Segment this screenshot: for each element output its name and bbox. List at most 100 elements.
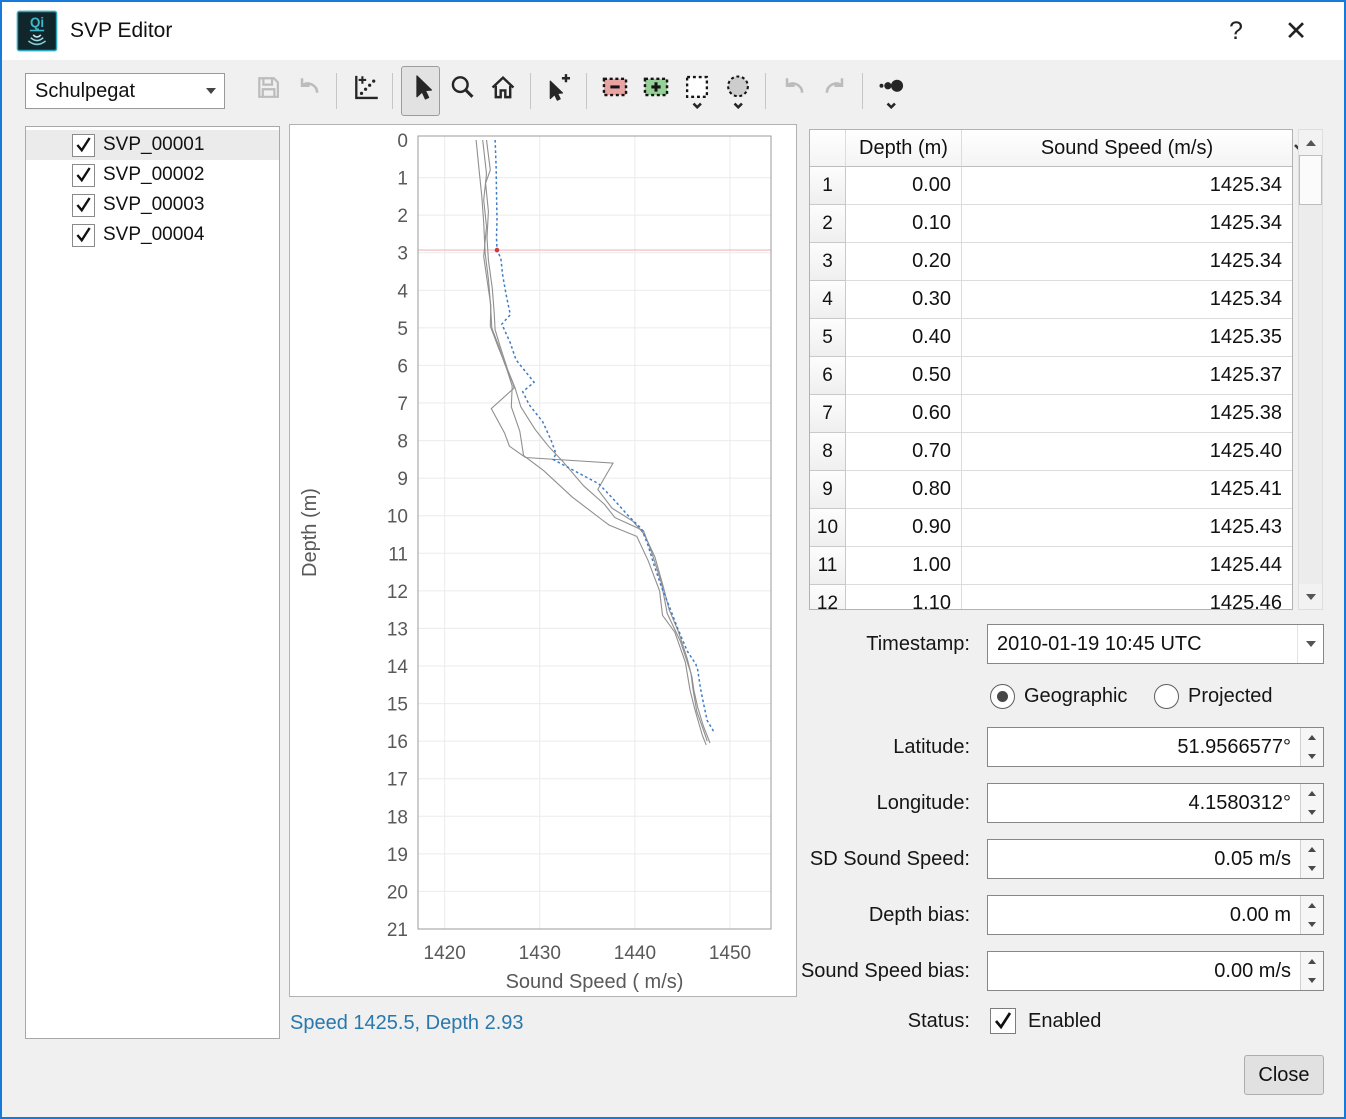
depth-bias-value[interactable]: 0.00 m [988,896,1300,934]
svp-item-checkbox[interactable] [72,134,95,157]
home-view-button[interactable] [483,66,522,116]
close-button[interactable]: Close [1244,1055,1324,1095]
sd-sound-speed-field[interactable]: 0.05 m/s [987,839,1324,879]
table-scrollbar[interactable] [1298,129,1323,610]
row-number-cell[interactable]: 4 [810,281,846,319]
depth-cell[interactable]: 0.90 [846,509,962,547]
svp-list-item[interactable]: SVP_00001 [26,130,279,160]
sound-speed-cell[interactable]: 1425.43 [962,509,1292,547]
svp-list-item[interactable]: SVP_00004 [26,220,279,250]
sound-speed-cell[interactable]: 1425.34 [962,243,1292,281]
sound-speed-cell[interactable]: 1425.34 [962,167,1292,205]
depth-cell[interactable]: 0.50 [846,357,962,395]
scroll-down-button[interactable] [1299,584,1322,609]
sd-sound-speed-value[interactable]: 0.05 m/s [988,840,1300,878]
sound-speed-cell[interactable]: 1425.37 [962,357,1292,395]
row-number-cell[interactable]: 11 [810,547,846,585]
undo-edit-button[interactable] [774,66,813,116]
depth-cell[interactable]: 0.10 [846,205,962,243]
new-profile-button[interactable] [345,66,384,116]
rect-select-button[interactable] [677,66,716,116]
sound-speed-cell[interactable]: 1425.46 [962,585,1292,610]
add-point-tool-button[interactable] [539,66,578,116]
revert-button[interactable] [289,66,328,116]
save-button[interactable] [248,66,287,116]
depth-cell[interactable]: 0.40 [846,319,962,357]
spin-up-button[interactable] [1301,784,1323,803]
table-row: 70.601425.38 [810,395,1292,433]
scrollbar-thumb[interactable] [1299,155,1322,205]
svp-profile-list[interactable]: SVP_00001SVP_00002SVP_00003SVP_00004 [25,126,280,1039]
sound-speed-cell[interactable]: 1425.34 [962,205,1292,243]
projected-radio[interactable] [1154,684,1179,709]
row-number-cell[interactable]: 7 [810,395,846,433]
depth-column-header[interactable]: Depth (m) [846,130,962,167]
sound-speed-cell[interactable]: 1425.35 [962,319,1292,357]
redo-edit-button[interactable] [815,66,854,116]
sound-speed-bias-value[interactable]: 0.00 m/s [988,952,1300,990]
depth-bias-field[interactable]: 0.00 m [987,895,1324,935]
row-number-cell[interactable]: 12 [810,585,846,610]
depth-bias-label: Depth bias: [602,904,980,927]
spin-up-button[interactable] [1301,896,1323,915]
profile-data-table[interactable]: Depth (m)Sound Speed (m/s)10.001425.3420… [809,129,1293,610]
y-tick-label: 16 [387,732,408,753]
row-number-cell[interactable]: 1 [810,167,846,205]
sound-speed-bias-field[interactable]: 0.00 m/s [987,951,1324,991]
depth-cell[interactable]: 0.00 [846,167,962,205]
row-number-cell[interactable]: 3 [810,243,846,281]
depth-cell[interactable]: 1.00 [846,547,962,585]
sound-speed-cell[interactable]: 1425.44 [962,547,1292,585]
help-button[interactable]: ? [1206,2,1266,60]
point-size-button[interactable] [871,66,910,116]
spin-down-button[interactable] [1301,859,1323,878]
row-number-cell[interactable]: 6 [810,357,846,395]
depth-cell[interactable]: 0.80 [846,471,962,509]
row-number-cell[interactable]: 9 [810,471,846,509]
down-arrow-icon [1308,754,1316,759]
spin-up-button[interactable] [1301,952,1323,971]
depth-cell[interactable]: 0.20 [846,243,962,281]
scroll-up-button[interactable] [1299,130,1322,155]
add-selection-button[interactable] [636,66,675,116]
latitude-field[interactable]: 51.9566577° [987,727,1324,767]
timestamp-combobox[interactable]: 2010-01-19 10:45 UTC [987,624,1324,664]
y-tick-label: 18 [387,807,408,828]
window-close-button[interactable]: ✕ [1266,2,1326,60]
latitude-value[interactable]: 51.9566577° [988,728,1300,766]
table-row: 60.501425.37 [810,357,1292,395]
spin-down-button[interactable] [1301,747,1323,766]
ellipse-select-button[interactable] [718,66,757,116]
spin-up-button[interactable] [1301,728,1323,747]
svp-item-checkbox[interactable] [72,224,95,247]
pointer-tool-button[interactable] [401,66,440,116]
sound-speed-cell[interactable]: 1425.38 [962,395,1292,433]
sound-speed-cell[interactable]: 1425.40 [962,433,1292,471]
svp-set-combobox[interactable]: Schulpegat [25,73,225,109]
spin-down-button[interactable] [1301,803,1323,822]
spin-up-button[interactable] [1301,840,1323,859]
sound-speed-cell[interactable]: 1425.34 [962,281,1292,319]
longitude-value[interactable]: 4.1580312° [988,784,1300,822]
sound-speed-cell[interactable]: 1425.41 [962,471,1292,509]
depth-cell[interactable]: 0.30 [846,281,962,319]
svp-list-item[interactable]: SVP_00003 [26,190,279,220]
row-number-cell[interactable]: 5 [810,319,846,357]
svp-item-checkbox[interactable] [72,194,95,217]
zoom-tool-button[interactable] [442,66,481,116]
depth-cell[interactable]: 0.70 [846,433,962,471]
spin-down-button[interactable] [1301,971,1323,990]
row-number-cell[interactable]: 10 [810,509,846,547]
row-number-cell[interactable]: 2 [810,205,846,243]
geographic-radio[interactable] [990,684,1015,709]
svp-item-checkbox[interactable] [72,164,95,187]
depth-cell[interactable]: 0.60 [846,395,962,433]
spin-down-button[interactable] [1301,915,1323,934]
depth-cell[interactable]: 1.10 [846,585,962,610]
svp-list-item[interactable]: SVP_00002 [26,160,279,190]
longitude-field[interactable]: 4.1580312° [987,783,1324,823]
remove-selection-button[interactable] [595,66,634,116]
sound-speed-column-header[interactable]: Sound Speed (m/s) [962,130,1292,167]
row-number-cell[interactable]: 8 [810,433,846,471]
status-enabled-checkbox[interactable] [990,1008,1016,1034]
